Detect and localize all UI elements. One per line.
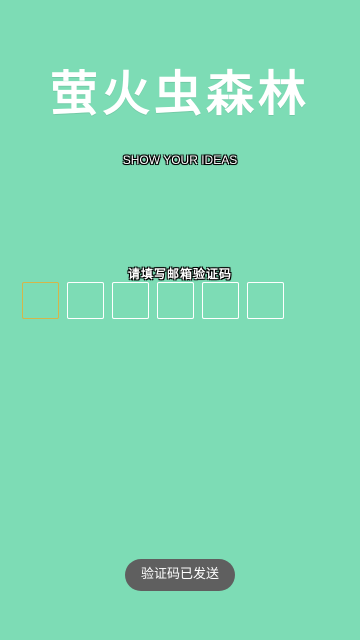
code-digit-box-2[interactable] (67, 282, 104, 319)
code-digit-box-4[interactable] (157, 282, 194, 319)
code-digit-box-3[interactable] (112, 282, 149, 319)
code-digit-box-5[interactable] (202, 282, 239, 319)
code-input-row (22, 282, 284, 320)
app-title: 萤火虫森林 (49, 66, 310, 122)
code-digit-box-6[interactable] (247, 282, 284, 319)
slogan: SHOW YOUR IDEAS (122, 153, 238, 167)
verification-prompt: 请填写邮箱验证码 (127, 267, 232, 281)
toast-message: 验证码已发送 (125, 559, 235, 591)
code-digit-box-1[interactable] (22, 282, 59, 319)
